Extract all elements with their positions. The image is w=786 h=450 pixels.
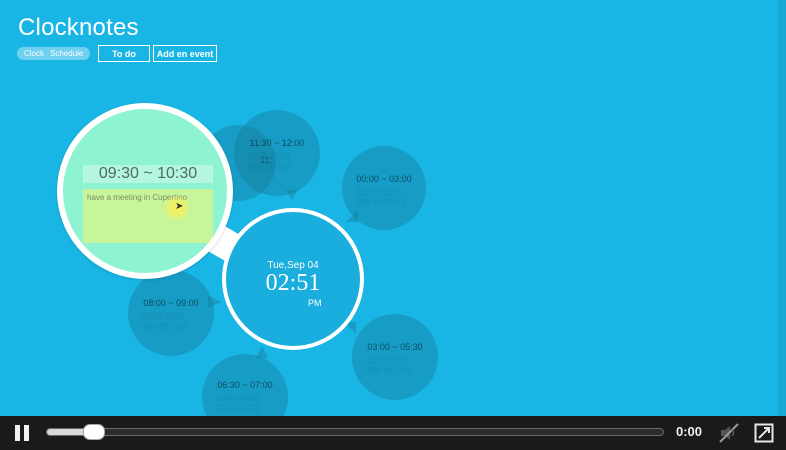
view-switch[interactable]: Clock Schedule	[17, 47, 91, 60]
event-bubble[interactable]: 08:00 ~ 09:00 ░░░░ ░░░░ ░░░ ░░ ░░░	[128, 270, 214, 356]
current-time: 0:00	[676, 424, 703, 439]
bubble-tail	[286, 190, 298, 200]
add-event-button[interactable]: Add en event	[153, 45, 217, 62]
event-bubble-note: ░░░░ ░░░░ ░░░ ░░ ░░░ ░	[356, 189, 407, 206]
event-bubble[interactable]: 06:30 ~ 07:00 ░░░░ ░░░░ ░░░ ░░ ░░░	[202, 354, 288, 416]
app-canvas: Clocknotes Clock Schedule To do Add en e…	[0, 0, 786, 416]
mouse-pointer-icon: ➤	[175, 201, 184, 212]
view-switch-clock[interactable]: Clock	[21, 49, 47, 58]
seek-thumb[interactable]	[83, 424, 106, 440]
event-bubble-note: ░░░░ ░░░░ ░░░ ░░ ░░░	[366, 357, 410, 374]
bubble-tail	[208, 296, 222, 308]
seek-bar[interactable]	[46, 424, 664, 440]
selected-event-bubble[interactable]: 09:30 ~ 10:30 have a meeting in Cupertin…	[57, 103, 233, 279]
event-bubble-time: 00:00 ~ 03:00	[356, 174, 412, 184]
view-switch-schedule[interactable]: Schedule	[47, 49, 86, 58]
event-bubble-note: ░░░░ ░░░░ ░░░ ░░ ░░░	[248, 153, 292, 170]
fullscreen-icon[interactable]	[754, 423, 774, 443]
bubble-tail	[256, 346, 268, 358]
event-bubble[interactable]: 03:00 ~ 05:30 ░░░░ ░░░░ ░░░ ░░ ░░░	[352, 314, 438, 400]
mute-icon[interactable]	[718, 422, 740, 444]
page-scroll-edge	[778, 0, 786, 416]
clock-face[interactable]: Tue,Sep 04 02:51 PM	[222, 208, 364, 350]
bubble-tail	[346, 210, 358, 222]
clock-time: 02:51	[265, 270, 321, 296]
event-bubble-time: 03:00 ~ 05:30	[367, 342, 423, 352]
event-bubble-note: ░░░░ ░░░░ ░░░ ░░ ░░░	[216, 395, 260, 412]
player-controls: 0:00	[0, 416, 786, 450]
event-bubble-time: 06:30 ~ 07:00	[217, 380, 273, 390]
selected-event-time: 09:30 ~ 10:30	[83, 165, 213, 183]
event-bubble[interactable]: 11:30 ~ 12:00 ░░░░ ░░░░ ░░░ ░░ ░░░	[234, 110, 320, 196]
event-bubble-time: 11:30 ~ 12:00	[249, 138, 305, 148]
clock-ampm: PM	[308, 298, 322, 308]
selected-event-note[interactable]: have a meeting in Cupertino	[83, 189, 213, 243]
app-title: Clocknotes	[18, 14, 139, 41]
pause-icon[interactable]	[14, 425, 30, 441]
todo-button[interactable]: To do	[98, 45, 150, 62]
event-bubble-note: ░░░░ ░░░░ ░░░ ░░ ░░░	[142, 313, 186, 330]
event-bubble-time: 08:00 ~ 09:00	[143, 298, 199, 308]
